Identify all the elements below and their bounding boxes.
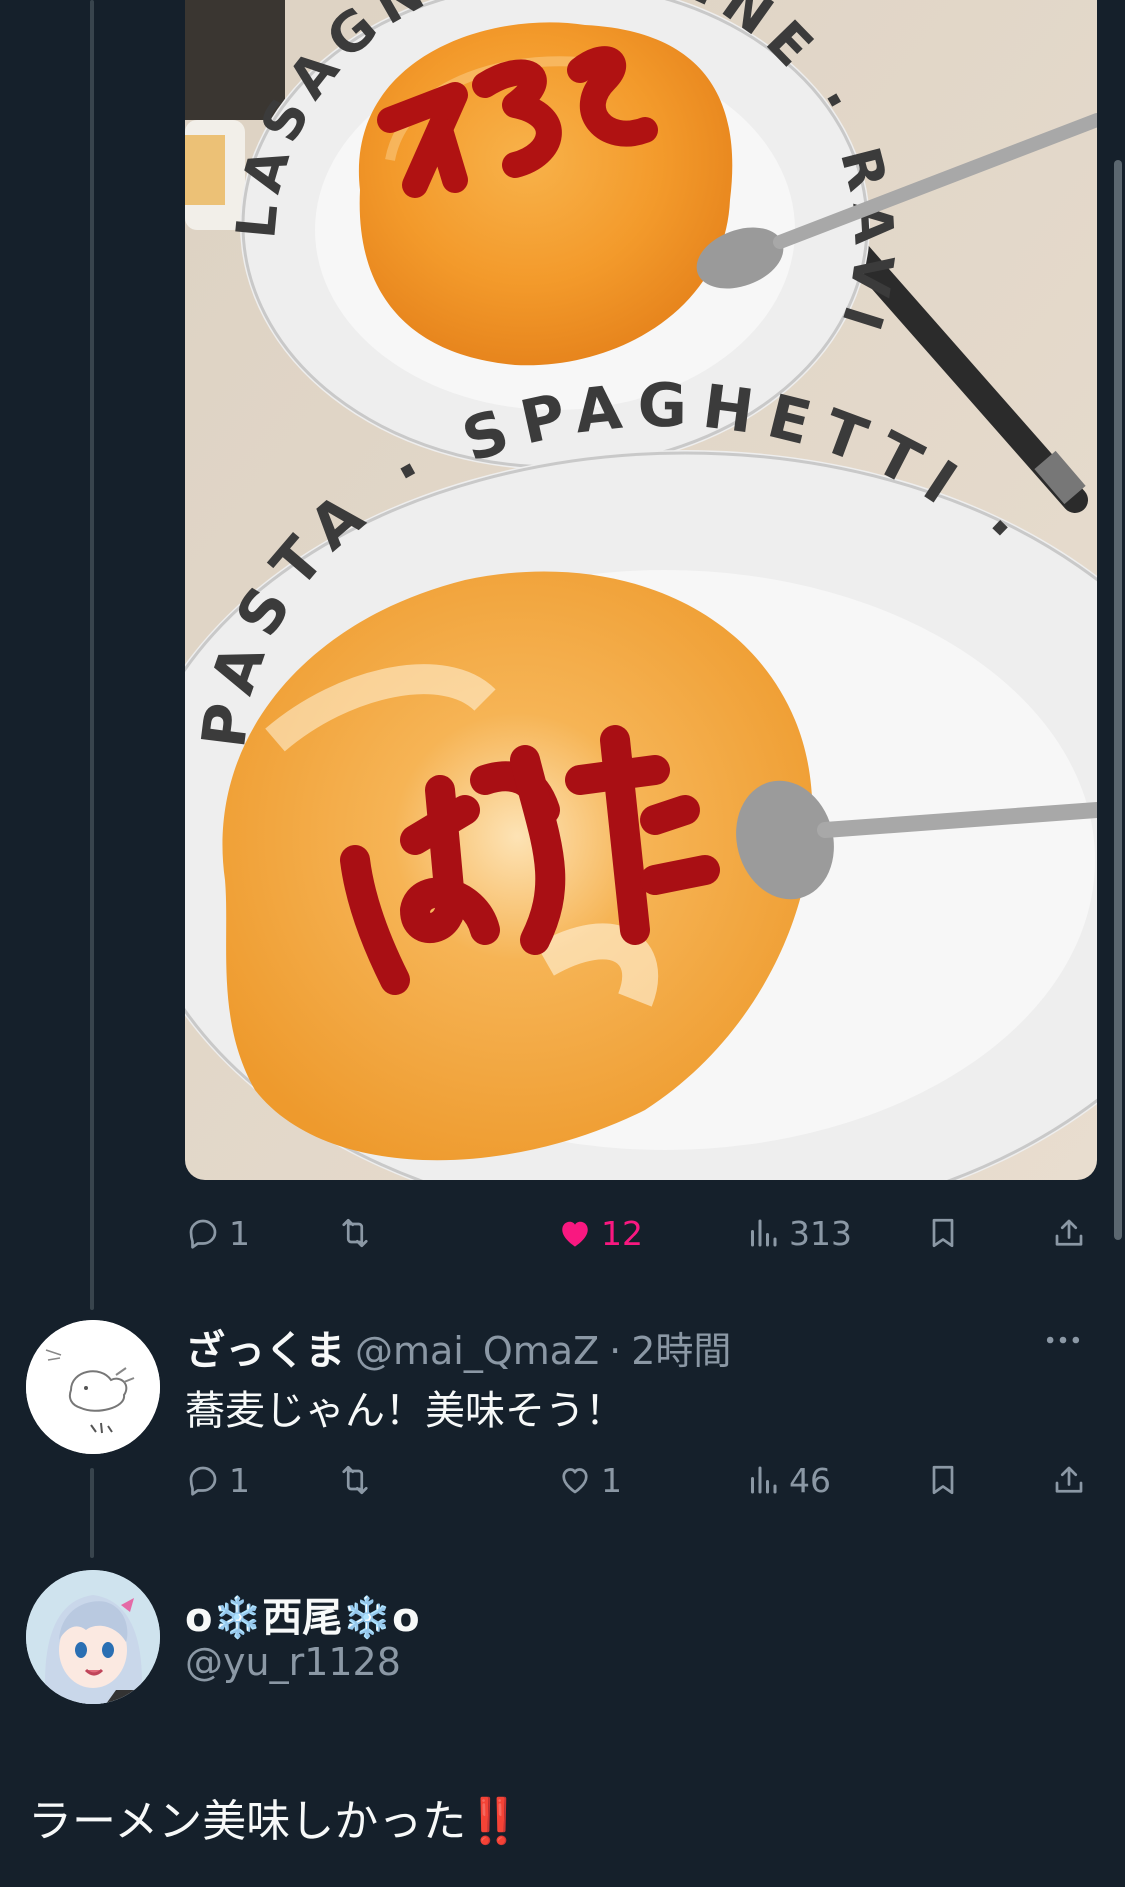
post-photo[interactable]: LASAGNA · PENNE · RAVIOLI · PASTA · SPAG… (185, 0, 1097, 1180)
reply1-handle[interactable]: @mai_QmaZ (355, 1329, 599, 1373)
share-icon (1055, 1219, 1083, 1246)
scrollbar[interactable] (1111, 0, 1125, 1887)
views-icon (751, 1219, 777, 1247)
like-icon (562, 1221, 588, 1247)
more-icon (1046, 1336, 1080, 1344)
reply1-text: 蕎麦じゃん！美味そう！ (185, 1388, 625, 1434)
reply-icon (189, 1219, 217, 1249)
reply2-display-name[interactable]: o❄️西尾❄️o (185, 1585, 420, 1643)
like-count: 1 (601, 1460, 622, 1500)
views-button[interactable]: 313 (745, 1208, 852, 1258)
like-count: 12 (601, 1213, 643, 1253)
post1-action-bar: 1 12 313 (185, 1208, 1097, 1258)
bookmark-button[interactable] (925, 1208, 961, 1258)
reply1-timestamp[interactable]: 2時間 (631, 1320, 731, 1375)
more-options-button[interactable] (1041, 1318, 1085, 1372)
avatar-nishio[interactable] (26, 1570, 160, 1704)
scrollbar-thumb[interactable] (1114, 160, 1122, 1240)
retweet-button[interactable] (337, 1208, 381, 1258)
share-icon (1055, 1466, 1083, 1493)
reply-button[interactable]: 1 (185, 1455, 250, 1505)
thread-line-middle (90, 1468, 94, 1558)
views-button[interactable]: 46 (745, 1455, 831, 1505)
reply1-action-bar: 1 1 46 (185, 1455, 1097, 1505)
like-icon (562, 1468, 588, 1494)
reply1-display-name[interactable]: ざっくま (185, 1318, 345, 1376)
retweet-icon (342, 1218, 368, 1248)
share-button[interactable] (1051, 1208, 1087, 1258)
like-button[interactable]: 1 (557, 1455, 622, 1505)
views-count: 46 (789, 1460, 831, 1500)
thread-line-top (90, 0, 94, 1310)
bookmark-icon (932, 1218, 954, 1248)
views-icon (751, 1466, 777, 1494)
share-button[interactable] (1051, 1455, 1087, 1505)
like-button[interactable]: 12 (557, 1208, 643, 1258)
reply-count: 1 (229, 1213, 250, 1253)
reply-button[interactable]: 1 (185, 1208, 250, 1258)
reply-icon (189, 1466, 217, 1496)
retweet-icon (342, 1465, 368, 1495)
reply-count: 1 (229, 1460, 250, 1500)
avatar-zakkuma[interactable] (26, 1320, 160, 1454)
reply2-handle[interactable]: @yu_r1128 (185, 1640, 401, 1684)
bookmark-icon (932, 1465, 954, 1495)
reply1-separator: · (609, 1329, 622, 1373)
retweet-button[interactable] (337, 1455, 381, 1505)
reply1-header: ざっくま @mai_QmaZ · 2時間 (185, 1318, 731, 1374)
views-count: 313 (789, 1213, 852, 1253)
bookmark-button[interactable] (925, 1455, 961, 1505)
reply2-text: ラーメン美味しかった‼️ (28, 1796, 522, 1847)
